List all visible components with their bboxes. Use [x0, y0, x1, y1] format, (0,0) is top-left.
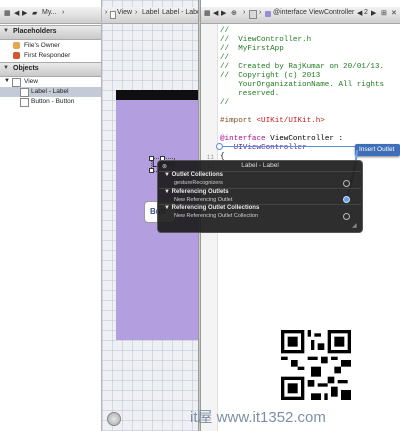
outline-item-label[interactable]: Label - Label — [0, 87, 101, 97]
jump-bar-path-interface[interactable]: @interface ViewController — [273, 9, 354, 16]
forward-arrow-icon[interactable]: ▶ — [221, 9, 226, 17]
jump-bar-path-view[interactable]: View — [117, 9, 132, 16]
outline-item-button[interactable]: Button - Button — [0, 97, 101, 107]
button-icon — [20, 98, 29, 107]
outlet-connect-circle-active[interactable] — [343, 196, 350, 203]
new-referencing-outlet: New Referencing Outlet — [174, 197, 233, 203]
disclosure-triangle-icon[interactable]: ▼ — [3, 28, 9, 34]
forward-arrow-icon[interactable]: ▶ — [22, 9, 27, 17]
watermark-text: it屋 www.it1352.com — [190, 409, 326, 426]
grid-icon[interactable]: ▦ — [204, 9, 211, 17]
first-responder-cube-icon — [13, 52, 20, 59]
code-line: YourOrganizationName. All rights — [220, 81, 385, 89]
section-referencing-outlet-collections: ▼ Referencing Outlet Collections — [164, 205, 260, 211]
canvas-jump-bar: › View › Label Label - Label — [102, 7, 202, 24]
zoom-control[interactable] — [107, 412, 121, 426]
code-line: // — [220, 99, 230, 107]
forward-arrow-icon[interactable]: ▶ — [371, 9, 376, 17]
close-icon[interactable]: ✕ — [391, 9, 397, 17]
code-line: // Copyright (c) 2013 — [220, 72, 321, 80]
code-line: // ViewController.h — [220, 36, 312, 44]
back-arrow-icon[interactable]: ◀ — [14, 9, 19, 17]
qr-code-image — [281, 330, 351, 400]
editor-jump-bar: ▦ ◀ ▶ ⊕ › › @interface ViewController ◀ … — [201, 7, 400, 24]
chevron-right-icon: › — [105, 9, 108, 16]
code-line: #import <UIKit/UIKit.h> — [220, 117, 325, 126]
code-line: // — [220, 27, 230, 35]
interface-keyword: @interface — [220, 135, 266, 143]
import-directive: #import — [220, 117, 257, 125]
outline-jump-bar: ▦ ◀ ▶ ▰ My... › — [0, 7, 101, 24]
counterpart-count: 2 — [364, 9, 368, 16]
jump-bar-path-myapp[interactable]: My... — [42, 9, 57, 16]
insertion-indicator — [218, 146, 358, 147]
code-line: @interface ViewController : — [220, 135, 343, 144]
insert-outlet-tooltip: Insert Outlet — [355, 144, 400, 156]
grid-icon[interactable]: ▦ — [4, 9, 11, 17]
class-name: ViewController : — [265, 135, 344, 143]
section-outlet-collections: ▼ Outlet Collections — [164, 172, 223, 178]
code-line: reserved. — [220, 90, 280, 98]
objects-header[interactable]: ▼ Objects — [0, 62, 101, 77]
back-arrow-icon[interactable]: ◀ — [213, 9, 218, 17]
assistant-icon[interactable]: ⊕ — [231, 9, 237, 17]
files-owner-cube-icon — [13, 42, 20, 49]
class-icon — [265, 11, 271, 17]
chevron-right-icon: › — [62, 9, 65, 16]
chevron-right-icon: › — [259, 9, 262, 16]
resize-handle[interactable] — [149, 156, 154, 161]
new-referencing-outlet-collection: New Referencing Outlet Collection — [174, 213, 259, 219]
outline-item-first-responder[interactable]: First Responder — [0, 51, 101, 61]
chevron-right-icon: › — [135, 9, 138, 16]
view-icon — [110, 11, 116, 19]
view-icon — [12, 78, 21, 87]
device-status-bar — [116, 90, 198, 100]
resize-handle[interactable] — [149, 168, 154, 173]
outlet-connect-circle[interactable] — [343, 213, 350, 220]
label-icon — [20, 88, 29, 97]
chevron-right-icon: › — [243, 9, 246, 16]
outlet-connect-circle[interactable] — [343, 180, 350, 187]
placeholders-header[interactable]: ▼ Placeholders — [0, 25, 101, 40]
outline-item-files-owner[interactable]: File's Owner — [0, 41, 101, 51]
code-line: // — [220, 54, 230, 62]
add-editor-icon[interactable]: ⊞ — [381, 9, 387, 17]
popup-title: Label - Label — [241, 162, 279, 169]
disclosure-triangle-icon[interactable]: ▼ — [4, 78, 10, 84]
import-path: <UIKit/UIKit.h> — [256, 117, 325, 125]
jump-bar-path-label-label[interactable]: Label - Label — [162, 9, 202, 16]
outline-item-view[interactable]: ▼ View — [0, 77, 101, 87]
code-line: // Created by RajKumar on 20/01/13. — [220, 63, 385, 71]
insertion-marker-icon — [216, 143, 223, 150]
disclosure-triangle-icon[interactable]: ▼ — [3, 65, 9, 71]
code-line: // MyFirstApp — [220, 45, 284, 53]
section-referencing-outlets: ▼ Referencing Outlets — [164, 189, 229, 195]
resize-grip-icon[interactable]: ◢ — [352, 222, 357, 229]
folder-icon: ▰ — [32, 10, 38, 17]
file-icon — [249, 10, 257, 19]
jump-bar-path-label[interactable]: Label — [142, 9, 159, 16]
connections-inspector-popup[interactable]: ⊗ Label - Label ▼ Outlet Collections ges… — [157, 160, 363, 233]
back-arrow-icon[interactable]: ◀ — [357, 9, 362, 17]
outlet-gesture-recognizers: gestureRecognizers — [174, 180, 223, 186]
